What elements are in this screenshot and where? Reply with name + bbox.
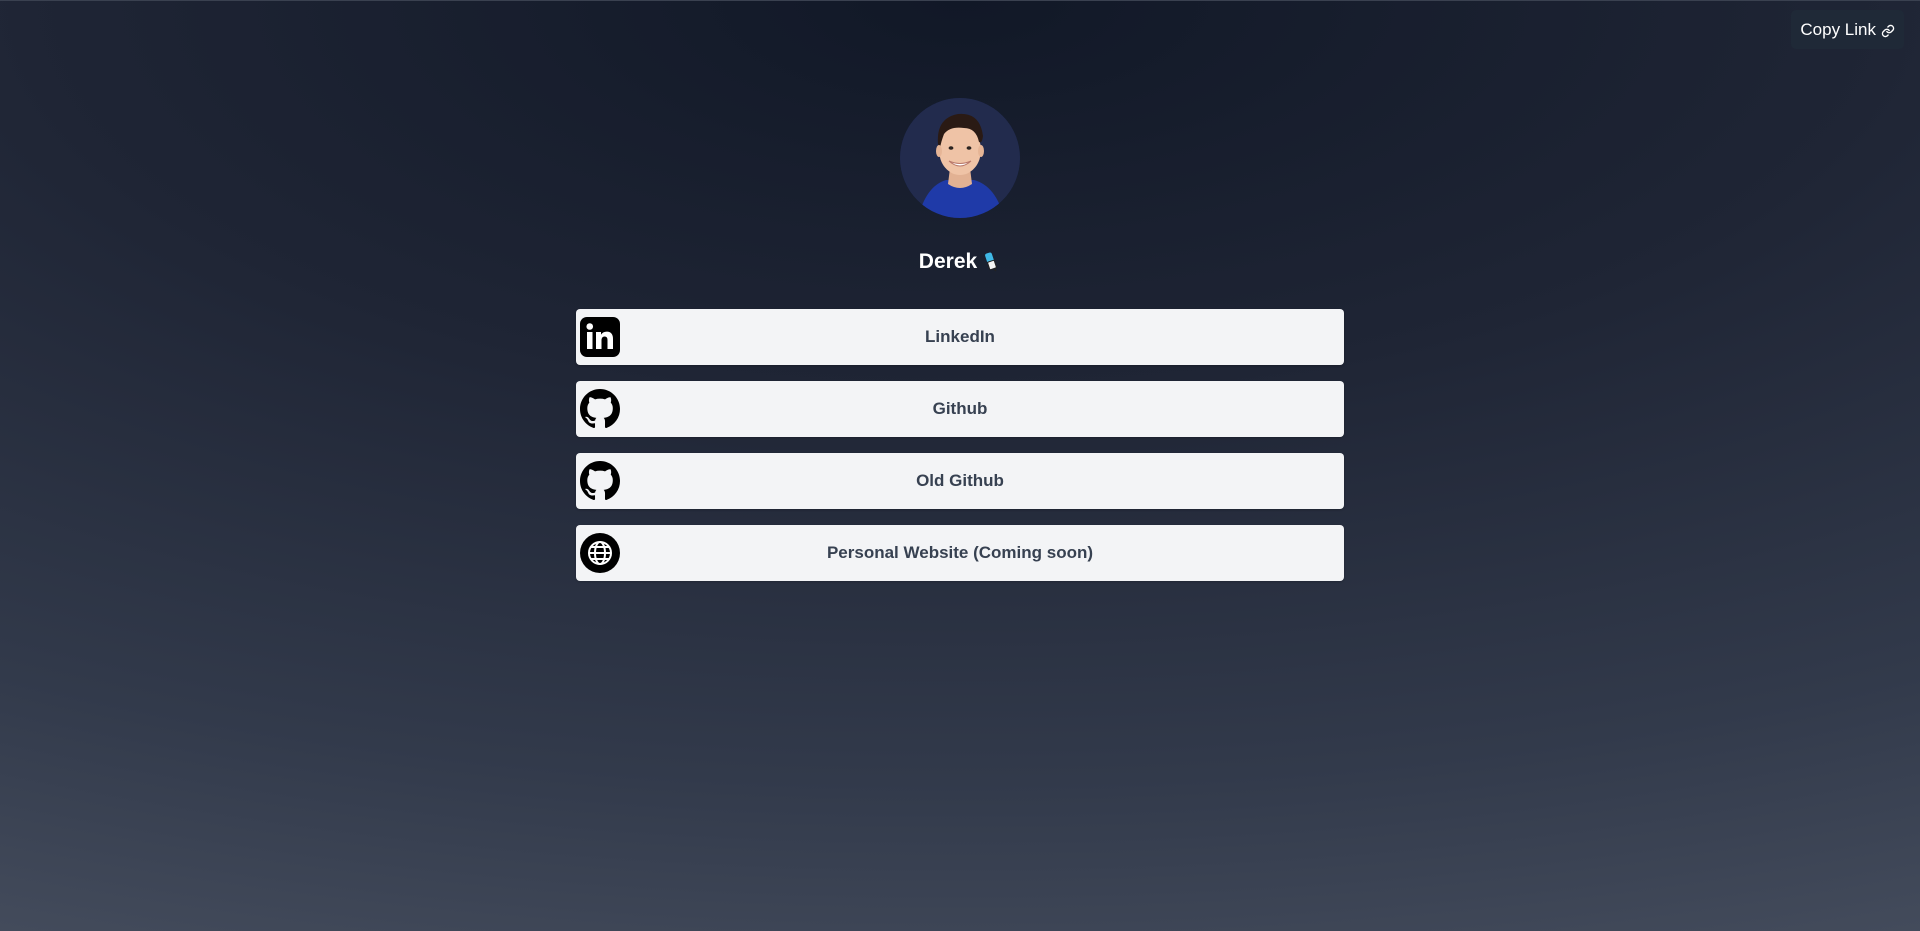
linkedin-icon xyxy=(580,317,620,357)
link-label: Old Github xyxy=(916,471,1004,490)
link-label: LinkedIn xyxy=(925,327,995,346)
link-label: Github xyxy=(932,399,988,418)
link-github[interactable]: Github xyxy=(576,381,1344,437)
link-icon xyxy=(1881,23,1895,37)
link-label: Personal Website (Coming soon) xyxy=(826,543,1094,562)
copy-link-label: Copy Link xyxy=(1800,19,1876,39)
link-linkedin[interactable]: LinkedIn xyxy=(576,309,1344,365)
profile-section: Derek xyxy=(0,98,1920,274)
globe-icon xyxy=(580,533,620,573)
link-old-github[interactable]: Old Github xyxy=(576,453,1344,509)
profile-name-row: Derek xyxy=(919,250,1001,274)
link-personal-website[interactable]: Personal Website (Coming soon) xyxy=(576,525,1344,581)
github-icon xyxy=(580,389,620,429)
copy-link-button[interactable]: Copy Link xyxy=(1791,10,1904,49)
profile-name: Derek xyxy=(918,250,978,273)
link-list: LinkedIn Github Old Github Personal Webs… xyxy=(576,309,1344,581)
avatar xyxy=(900,98,1020,218)
github-icon xyxy=(580,461,620,501)
pen-icon xyxy=(983,252,1001,272)
